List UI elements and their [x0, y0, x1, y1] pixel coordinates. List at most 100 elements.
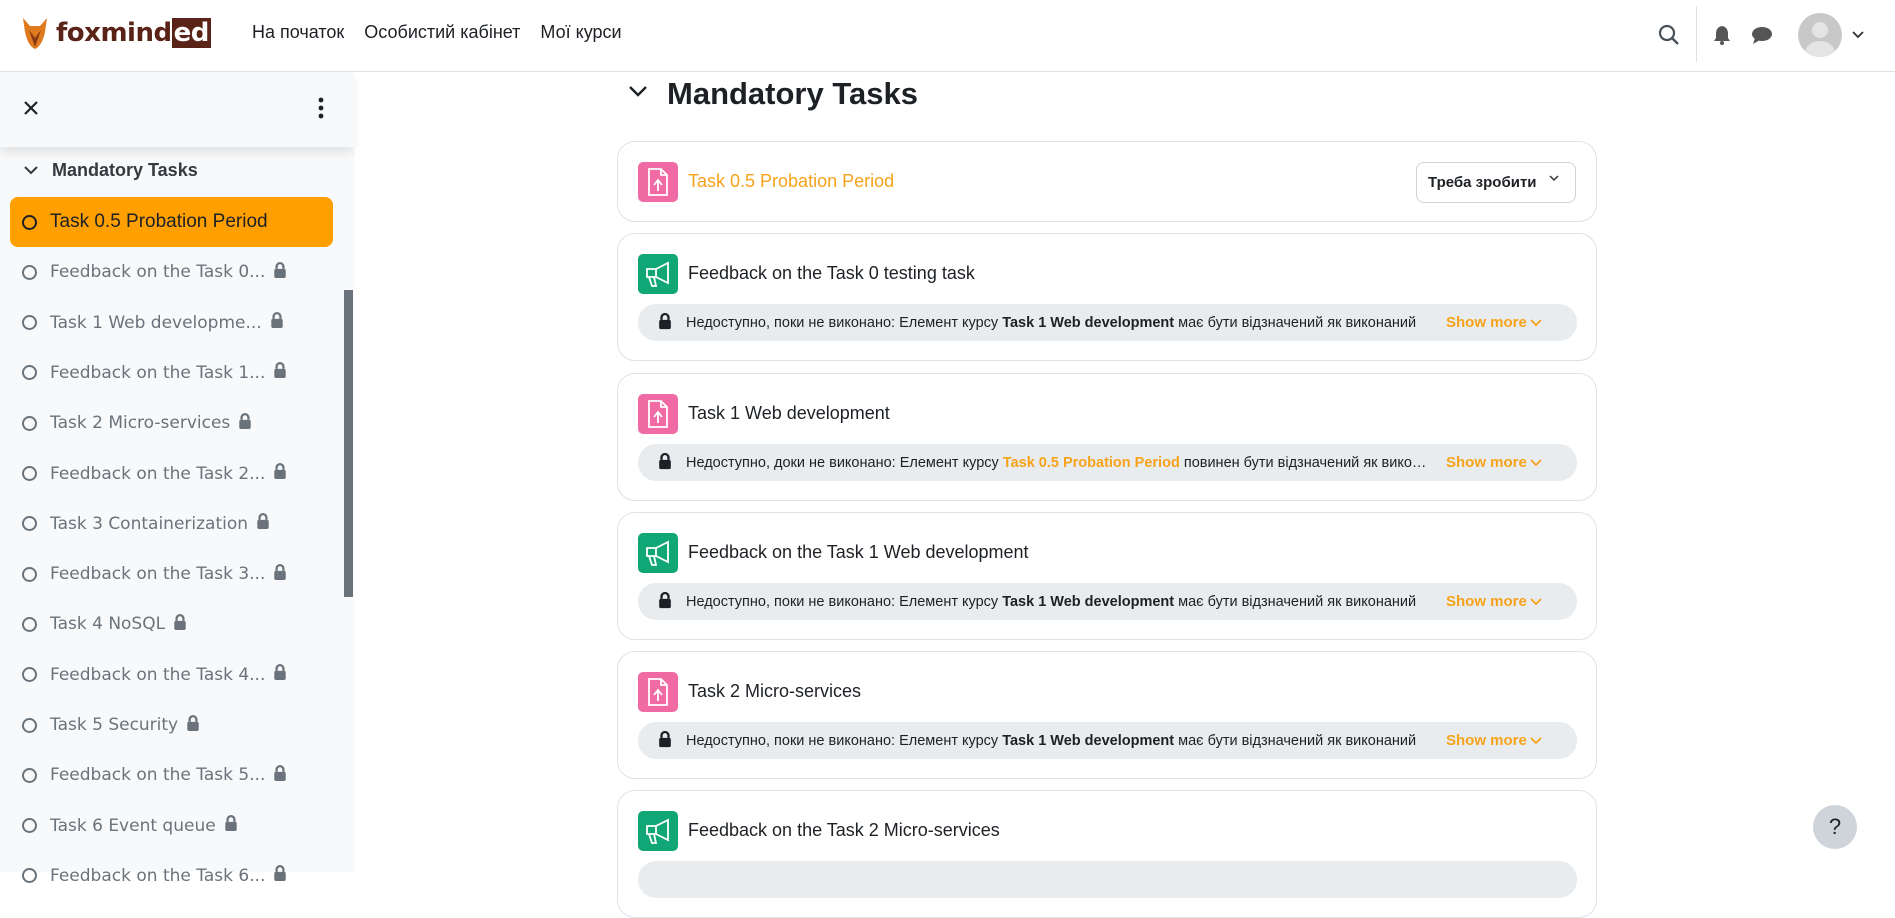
lock-icon [224, 815, 238, 836]
sidebar-item-label: Task 0.5 Probation Period [50, 211, 268, 233]
sidebar-item-label: Feedback on the Task 1... [50, 363, 265, 383]
lock-icon [273, 362, 287, 383]
restriction-info: Недоступно, поки не виконано: Елемент ку… [638, 304, 1577, 341]
nav-dashboard[interactable]: Особистий кабінет [364, 22, 520, 43]
sidebar-item[interactable]: Feedback on the Task 2... [10, 449, 333, 499]
nav-home[interactable]: На початок [252, 22, 344, 43]
sidebar-section-mandatory-tasks[interactable]: Mandatory Tasks [24, 160, 198, 181]
assignment-icon [638, 394, 678, 434]
sidebar-item[interactable]: Task 0.5 Probation Period [10, 197, 333, 247]
sidebar-item-label: Feedback on the Task 4... [50, 665, 265, 685]
completion-circle-icon [22, 466, 37, 481]
activity-title[interactable]: Task 1 Web development [688, 403, 890, 424]
sidebar-item[interactable]: Task 2 Micro-services [10, 398, 333, 448]
lock-icon [270, 312, 284, 333]
completion-circle-icon [22, 315, 37, 330]
completion-circle-icon [22, 868, 37, 883]
restriction-info [638, 861, 1577, 898]
sidebar-item[interactable]: Feedback on the Task 4... [10, 650, 333, 700]
show-more-button[interactable]: Show more [1446, 593, 1542, 610]
chevron-down-icon [1530, 459, 1542, 467]
activity-card: Task 2 Micro-servicesНедоступно, поки не… [617, 651, 1597, 779]
completion-status-dropdown[interactable]: Треба зробити [1416, 162, 1576, 203]
section-title: Mandatory Tasks [667, 76, 918, 112]
chevron-down-icon [1530, 737, 1542, 745]
completion-circle-icon [22, 617, 37, 632]
sidebar-scrollbar[interactable] [344, 290, 353, 597]
sidebar-item[interactable]: Task 1 Web developme... [10, 298, 333, 348]
sidebar-item-label: Feedback on the Task 0... [50, 262, 265, 282]
restriction-item-link[interactable]: Task 1 Web development [1002, 315, 1174, 331]
sidebar-item[interactable]: Task 3 Containerization [10, 499, 333, 549]
sidebar-item-label: Feedback on the Task 5... [50, 765, 265, 785]
sidebar-item[interactable]: Feedback on the Task 3... [10, 549, 333, 599]
chevron-down-icon [1530, 319, 1542, 327]
sidebar-item-label: Task 6 Event queue [50, 816, 216, 836]
lock-icon [273, 865, 287, 886]
top-navbar: foxminded На початок Особистий кабінет М… [0, 0, 1895, 72]
completion-circle-icon [22, 718, 37, 733]
activity-card: Feedback on the Task 2 Micro-services [617, 790, 1597, 918]
lock-icon [238, 413, 252, 434]
messages-icon[interactable] [1749, 22, 1775, 48]
user-menu-chevron-icon[interactable] [1845, 22, 1871, 48]
restriction-item-link[interactable]: Task 1 Web development [1002, 594, 1174, 610]
show-more-button[interactable]: Show more [1446, 314, 1542, 331]
completion-circle-icon [22, 818, 37, 833]
sidebar-item[interactable]: Task 4 NoSQL [10, 599, 333, 649]
completion-circle-icon [22, 667, 37, 682]
section-collapse-chevron-icon[interactable] [628, 84, 648, 102]
kebab-menu-icon[interactable] [318, 97, 324, 124]
sidebar-item-label: Feedback on the Task 2... [50, 464, 265, 484]
restriction-item-link[interactable]: Task 0.5 Probation Period [1003, 455, 1180, 471]
activity-title[interactable]: Task 0.5 Probation Period [688, 171, 894, 192]
activity-card: Task 1 Web development Недоступно, доки н… [617, 373, 1597, 501]
sidebar-item[interactable]: Feedback on the Task 0... [10, 247, 333, 297]
bell-icon[interactable] [1709, 22, 1735, 48]
activity-card: Feedback on the Task 0 testing task Недос… [617, 233, 1597, 361]
restriction-info: Недоступно, доки не виконано: Елемент ку… [638, 444, 1577, 481]
sidebar-item-label: Task 1 Web developme... [50, 313, 262, 333]
feedback-icon [638, 533, 678, 573]
lock-icon [173, 614, 187, 635]
assignment-icon [638, 162, 678, 202]
sidebar-item-label: Task 2 Micro-services [50, 413, 230, 433]
lock-icon [273, 463, 287, 484]
sidebar-item[interactable]: Feedback on the Task 6... [10, 851, 333, 901]
show-more-button[interactable]: Show more [1446, 732, 1542, 749]
completion-circle-icon [22, 265, 37, 280]
sidebar-item-label: Task 5 Security [50, 715, 178, 735]
lock-icon [273, 765, 287, 786]
sidebar-item[interactable]: Feedback on the Task 1... [10, 348, 333, 398]
sidebar-item-label: Feedback on the Task 3... [50, 564, 265, 584]
lock-icon [658, 591, 672, 613]
course-index-drawer: Mandatory Tasks Task 0.5 Probation Perio… [0, 72, 354, 872]
sidebar-item[interactable]: Task 6 Event queue [10, 801, 333, 851]
sidebar-item-label: Task 4 NoSQL [50, 614, 165, 634]
completion-circle-icon [22, 365, 37, 380]
nav-my-courses[interactable]: Мої курси [540, 22, 621, 43]
fox-logo-icon [20, 16, 50, 50]
chevron-down-icon [1549, 175, 1559, 182]
foxminded-logo[interactable]: foxminded [20, 16, 211, 50]
activity-title[interactable]: Feedback on the Task 1 Web development [688, 542, 1029, 563]
search-icon[interactable] [1656, 22, 1682, 48]
show-more-button[interactable]: Show more [1446, 454, 1542, 471]
help-button[interactable]: ? [1813, 805, 1857, 849]
lock-icon [658, 312, 672, 334]
sidebar-item[interactable]: Feedback on the Task 5... [10, 750, 333, 800]
activity-title[interactable]: Task 2 Micro-services [688, 681, 861, 702]
activity-title[interactable]: Feedback on the Task 2 Micro-services [688, 820, 1000, 841]
navbar-divider [1696, 6, 1697, 62]
assignment-icon [638, 672, 678, 712]
completion-circle-icon [22, 416, 37, 431]
lock-icon [273, 564, 287, 585]
restriction-item-link[interactable]: Task 1 Web development [1002, 733, 1174, 749]
user-avatar[interactable] [1798, 13, 1842, 57]
activity-card: Feedback on the Task 1 Web developmentНе… [617, 512, 1597, 640]
sidebar-item[interactable]: Task 5 Security [10, 700, 333, 750]
chevron-down-icon [24, 166, 38, 175]
feedback-icon [638, 811, 678, 851]
close-drawer-icon[interactable] [22, 99, 40, 122]
activity-title[interactable]: Feedback on the Task 0 testing task [688, 263, 975, 284]
